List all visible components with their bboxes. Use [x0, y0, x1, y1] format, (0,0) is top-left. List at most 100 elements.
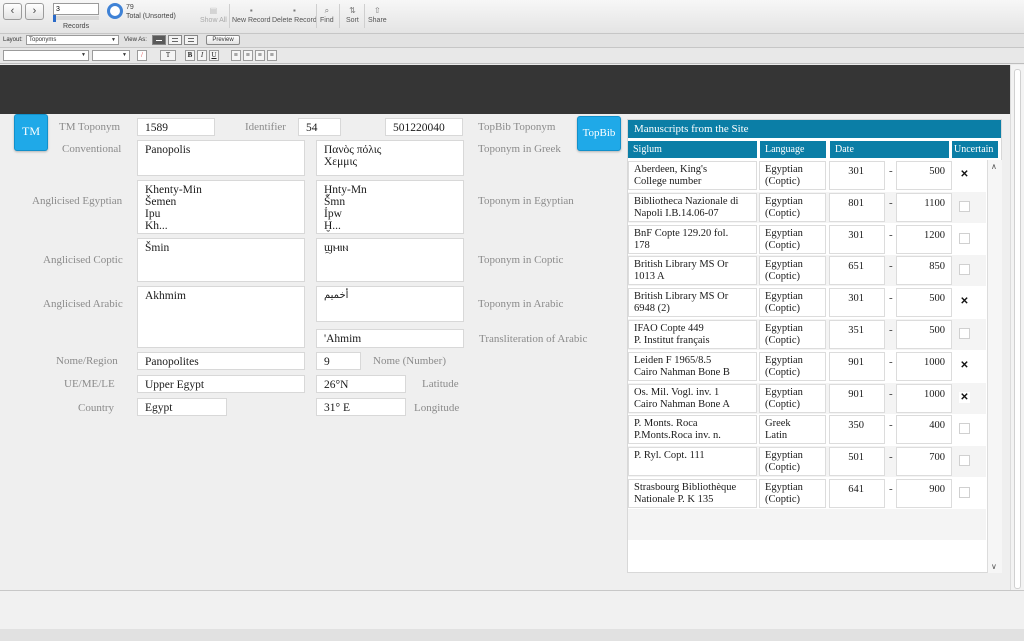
- country-field[interactable]: Egypt: [137, 398, 227, 416]
- table-row[interactable]: P. Monts. Roca P.Monts.Roca inv. n. Greek…: [628, 414, 986, 445]
- uncertain-checkbox-checked[interactable]: ✕: [959, 296, 970, 307]
- anglicised-coptic-field[interactable]: Šmin: [137, 238, 305, 282]
- text-color-button[interactable]: /: [137, 50, 147, 61]
- table-row[interactable]: Leiden F 1965/8.5 Cairo Nahman Bone B Egy…: [628, 351, 986, 382]
- date-to-cell[interactable]: 1000: [896, 384, 952, 413]
- topbib-id-field[interactable]: 501220040: [385, 118, 463, 136]
- date-to-cell[interactable]: 1000: [896, 352, 952, 381]
- date-from-cell[interactable]: 350: [829, 415, 885, 444]
- underline-button[interactable]: U: [209, 50, 219, 61]
- table-row[interactable]: Strasbourg Bibliothèque Nationale P. K 1…: [628, 478, 986, 509]
- date-from-cell[interactable]: 501: [829, 447, 885, 476]
- table-row[interactable]: Os. Mil. Vogl. inv. 1 Cairo Nahman Bone …: [628, 383, 986, 414]
- preview-button[interactable]: Preview: [206, 35, 240, 45]
- siglum-cell[interactable]: P. Monts. Roca P.Monts.Roca inv. n.: [628, 415, 757, 444]
- language-cell[interactable]: Egyptian (Coptic): [759, 447, 826, 476]
- language-cell[interactable]: Egyptian (Coptic): [759, 288, 826, 317]
- share-button[interactable]: ⇧ Share: [368, 6, 387, 24]
- view-as-list-button[interactable]: [168, 35, 182, 45]
- new-record-button[interactable]: ▪ New Record: [232, 6, 271, 24]
- uncertain-checkbox[interactable]: [959, 233, 970, 244]
- uncertain-checkbox[interactable]: [959, 201, 970, 212]
- italic-button[interactable]: I: [197, 50, 207, 61]
- siglum-cell[interactable]: BnF Copte 129.20 fol. 178: [628, 225, 757, 254]
- date-from-cell[interactable]: 301: [829, 288, 885, 317]
- siglum-cell[interactable]: Leiden F 1965/8.5 Cairo Nahman Bone B: [628, 352, 757, 381]
- table-row[interactable]: IFAO Copte 449 P. Institut français Egypt…: [628, 319, 986, 350]
- table-row[interactable]: British Library MS Or 6948 (2) Egyptian (…: [628, 287, 986, 318]
- uncertain-checkbox[interactable]: [959, 487, 970, 498]
- nome-number-field[interactable]: 9: [316, 352, 361, 370]
- text-style-button[interactable]: T: [160, 50, 176, 61]
- arabic-transliteration-field[interactable]: 'Ahmim: [316, 329, 464, 348]
- siglum-cell[interactable]: Os. Mil. Vogl. inv. 1 Cairo Nahman Bone …: [628, 384, 757, 413]
- language-cell[interactable]: Greek Latin: [759, 415, 826, 444]
- siglum-cell[interactable]: Strasbourg Bibliothèque Nationale P. K 1…: [628, 479, 757, 508]
- date-from-cell[interactable]: 901: [829, 352, 885, 381]
- chevron-down-icon[interactable]: ∨: [991, 562, 997, 571]
- date-to-cell[interactable]: 1200: [896, 225, 952, 254]
- view-as-table-button[interactable]: [184, 35, 198, 45]
- delete-record-button[interactable]: ▪ Delete Record: [272, 6, 317, 24]
- uncertain-checkbox[interactable]: [959, 264, 970, 275]
- topbib-button[interactable]: TopBib: [577, 116, 621, 151]
- greek-toponym-field[interactable]: Πανὸς πόλις Χεμμις: [316, 140, 464, 176]
- siglum-cell[interactable]: IFAO Copte 449 P. Institut français: [628, 320, 757, 349]
- table-row[interactable]: P. Ryl. Copt. 111 Egyptian (Coptic) 501 700: [628, 446, 986, 477]
- language-cell[interactable]: Egyptian (Coptic): [759, 225, 826, 254]
- anglicised-egyptian-field[interactable]: Khenty-Min Šemen Ipu Kh...: [137, 180, 305, 234]
- font-select[interactable]: ▼: [3, 50, 89, 61]
- arabic-toponym-field[interactable]: أخميم: [316, 286, 464, 322]
- tm-toponym-field[interactable]: 1589: [137, 118, 215, 136]
- chevron-up-icon[interactable]: ∧: [991, 162, 997, 171]
- show-all-button[interactable]: ▤ Show All: [200, 6, 227, 24]
- date-from-cell[interactable]: 901: [829, 384, 885, 413]
- uncertain-checkbox-checked[interactable]: ✕: [959, 360, 970, 371]
- align-center-button[interactable]: ≡: [243, 50, 253, 61]
- table-row[interactable]: British Library MS Or 1013 A Egyptian (Co…: [628, 255, 986, 286]
- language-cell[interactable]: Egyptian (Coptic): [759, 256, 826, 285]
- sort-button[interactable]: ⇅ Sort: [346, 6, 359, 24]
- uncertain-checkbox[interactable]: [959, 328, 970, 339]
- date-from-cell[interactable]: 651: [829, 256, 885, 285]
- language-cell[interactable]: Egyptian (Coptic): [759, 384, 826, 413]
- window-scrollbar[interactable]: [1010, 65, 1024, 590]
- siglum-cell[interactable]: British Library MS Or 1013 A: [628, 256, 757, 285]
- date-from-cell[interactable]: 801: [829, 193, 885, 222]
- language-cell[interactable]: Egyptian (Coptic): [759, 193, 826, 222]
- date-to-cell[interactable]: 500: [896, 288, 952, 317]
- previous-record-button[interactable]: ‹: [3, 3, 22, 20]
- date-to-cell[interactable]: 500: [896, 161, 952, 190]
- siglum-cell[interactable]: Bibliotheca Nazionale di Napoli I.B.14.0…: [628, 193, 757, 222]
- record-slider-thumb[interactable]: [53, 15, 56, 22]
- record-slider[interactable]: [53, 15, 99, 22]
- align-justify-button[interactable]: ≡: [267, 50, 277, 61]
- date-from-cell[interactable]: 301: [829, 161, 885, 190]
- align-left-button[interactable]: ≡: [231, 50, 241, 61]
- portal-scrollbar[interactable]: ∧ ∨: [987, 160, 1002, 573]
- table-row[interactable]: BnF Copte 129.20 fol. 178 Egyptian (Copti…: [628, 224, 986, 255]
- window-scrollbar-thumb[interactable]: [1014, 69, 1021, 589]
- layout-select[interactable]: Toponyms ▼: [26, 35, 119, 45]
- date-from-cell[interactable]: 351: [829, 320, 885, 349]
- date-to-cell[interactable]: 900: [896, 479, 952, 508]
- date-to-cell[interactable]: 1100: [896, 193, 952, 222]
- uncertain-checkbox[interactable]: [959, 423, 970, 434]
- date-to-cell[interactable]: 700: [896, 447, 952, 476]
- anglicised-arabic-field[interactable]: Akhmim: [137, 286, 305, 348]
- coptic-toponym-field[interactable]: ϣⲙⲓⲛ: [316, 238, 464, 282]
- font-size-select[interactable]: ▼: [92, 50, 130, 61]
- language-cell[interactable]: Egyptian (Coptic): [759, 352, 826, 381]
- latitude-field[interactable]: 26°N: [316, 375, 406, 393]
- ue-me-le-field[interactable]: Upper Egypt: [137, 375, 305, 393]
- language-cell[interactable]: Egyptian (Coptic): [759, 479, 826, 508]
- view-as-form-button[interactable]: [152, 35, 166, 45]
- date-to-cell[interactable]: 850: [896, 256, 952, 285]
- siglum-cell[interactable]: Aberdeen, King's College number: [628, 161, 757, 190]
- conventional-field[interactable]: Panopolis: [137, 140, 305, 176]
- table-row[interactable]: Bibliotheca Nazionale di Napoli I.B.14.0…: [628, 192, 986, 223]
- siglum-cell[interactable]: British Library MS Or 6948 (2): [628, 288, 757, 317]
- align-right-button[interactable]: ≡: [255, 50, 265, 61]
- tm-button[interactable]: TM: [14, 114, 48, 151]
- egyptian-toponym-field[interactable]: Ḫnty-Mn Šmn Ỉpw Ḫ...: [316, 180, 464, 234]
